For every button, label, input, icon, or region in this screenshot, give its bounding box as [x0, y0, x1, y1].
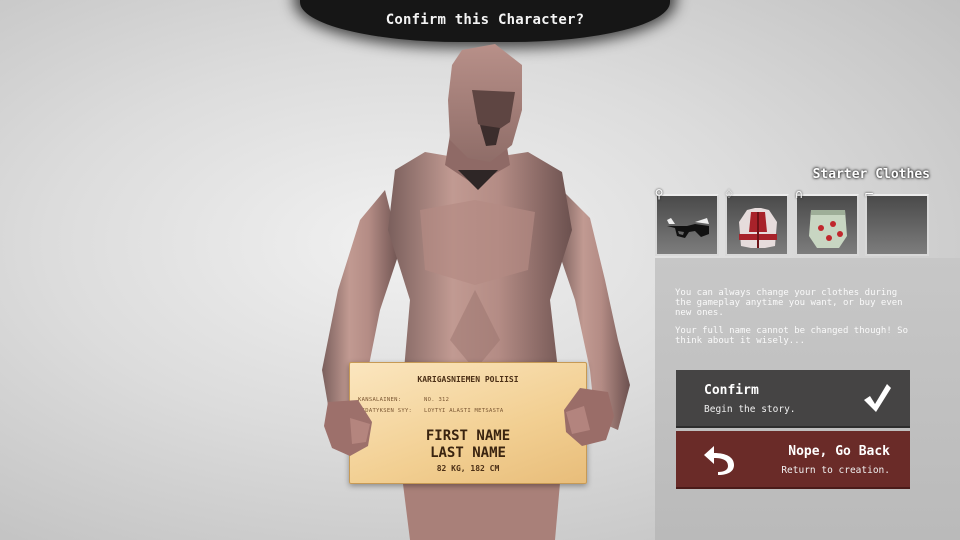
right-hand: [564, 388, 614, 446]
jacket-icon: [739, 208, 777, 248]
shoes-slot-icon: ⌐: [863, 187, 875, 201]
go-back-button-label: Nope, Go Back: [788, 444, 890, 459]
sign-header: KARIGASNIEMEN POLIISI: [417, 375, 519, 384]
info-text: You can always change your clothes durin…: [675, 288, 915, 354]
glasses-slot-icon: ⚲: [654, 187, 664, 201]
check-icon: [864, 384, 891, 412]
sign-stats: 82 KG, 182 CM: [436, 464, 500, 473]
go-back-button-subtitle: Return to creation.: [781, 465, 890, 476]
clothing-slot-shirt[interactable]: ♢: [724, 187, 789, 256]
info-paragraph-name: Your full name cannot be changed though!…: [675, 326, 908, 346]
sunglasses-icon: [667, 218, 709, 238]
shirt-slot-icon: ♢: [723, 187, 735, 201]
clothing-slot-glasses[interactable]: ⚲: [655, 187, 719, 256]
sign-row-value: NO. 312: [424, 397, 450, 403]
page-title: Confirm this Character?: [385, 12, 585, 28]
pants-slot-icon: ∩: [794, 187, 804, 201]
sign-last-name: LAST NAME: [430, 445, 506, 461]
left-hand: [324, 400, 372, 456]
clothing-slot-shoes[interactable]: ⌐: [864, 187, 929, 256]
sign-first-name: FIRST NAME: [425, 428, 511, 444]
confirm-button[interactable]: Confirm Begin the story.: [676, 370, 910, 428]
info-paragraph-clothes: You can always change your clothes durin…: [675, 288, 903, 318]
sign-row-value: LOYTYI ALASTI METSASTA: [424, 408, 504, 414]
mugshot-sign: KARIGASNIEMEN POLIISI KANSALAINEN: NO. 3…: [349, 362, 587, 484]
clothing-slot-pants[interactable]: ∩: [795, 187, 859, 256]
confirm-button-label: Confirm: [704, 383, 759, 398]
starter-clothes-title: Starter Clothes: [812, 167, 930, 182]
pants-icon: [809, 210, 847, 248]
go-back-button[interactable]: Nope, Go Back Return to creation.: [676, 431, 910, 489]
return-arrow-icon: [704, 446, 734, 475]
confirm-button-subtitle: Begin the story.: [704, 404, 796, 415]
